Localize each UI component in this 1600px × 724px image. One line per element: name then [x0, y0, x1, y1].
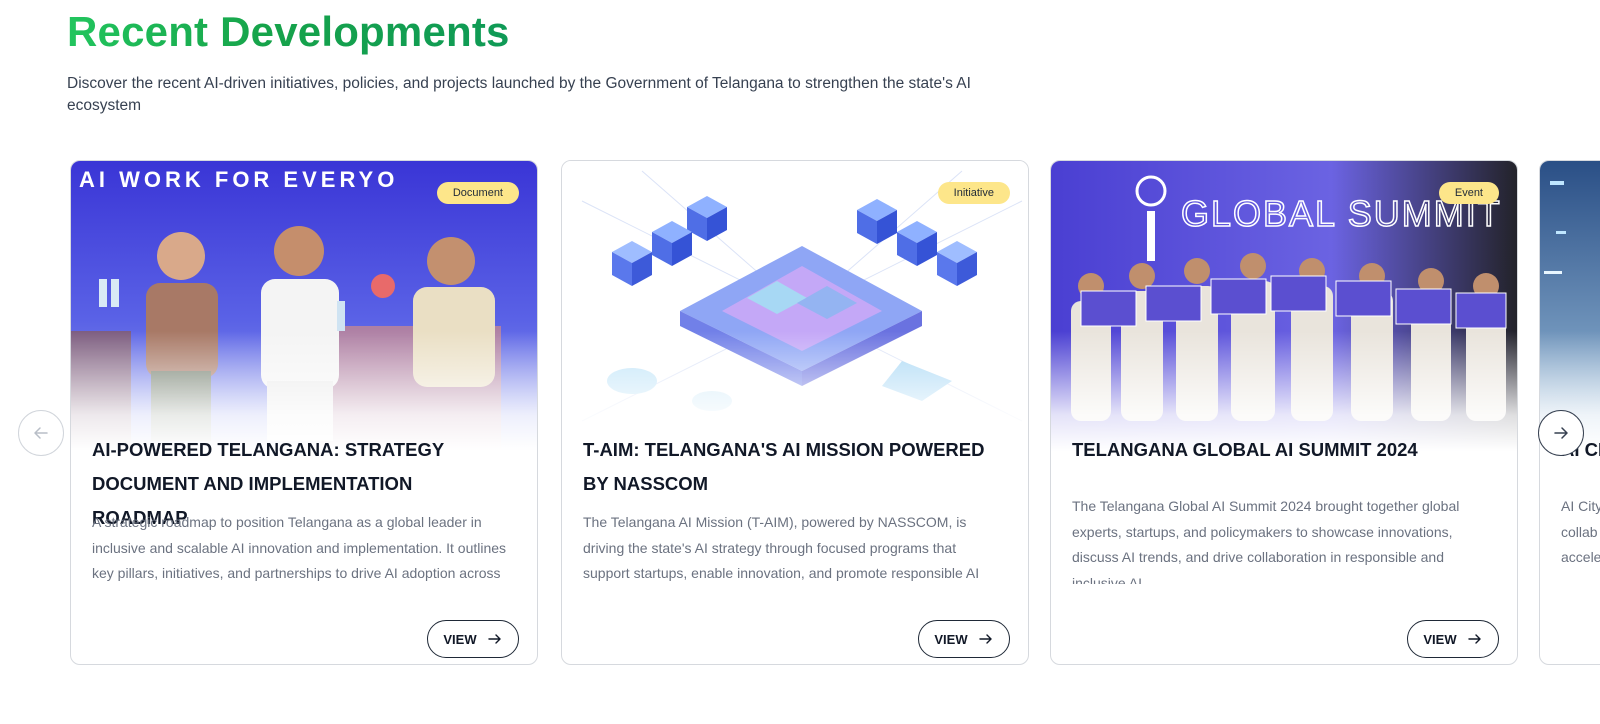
development-card-global-ai-summit[interactable]: GLOBAL SUMMIT Event TELANGANA GLOBAL AI …	[1050, 160, 1518, 665]
card-1-image-text: AI WORK FOR EVERYO	[79, 167, 398, 192]
view-button[interactable]: VIEW	[918, 620, 1010, 658]
development-card-t-aim[interactable]: Initiative T-AIM: TELANGANA'S AI MISSION…	[561, 160, 1029, 665]
view-button-label: VIEW	[1423, 631, 1457, 647]
development-card-strategy-document[interactable]: AI WORK FOR EVERYO Document AI-POWERED T…	[70, 160, 538, 665]
view-button[interactable]: VIEW	[1407, 620, 1499, 658]
card-description: The Telangana Global AI Summit 2024 brou…	[1072, 498, 1460, 584]
view-button-label: VIEW	[934, 631, 968, 647]
arrow-right-icon	[1554, 427, 1568, 439]
card-description: AI City collab accele	[1561, 498, 1600, 565]
category-badge: Initiative	[937, 182, 1010, 204]
card-image-isometric-cubes	[562, 161, 1028, 451]
view-button-label: VIEW	[443, 631, 477, 647]
carousel-prev-button[interactable]	[18, 410, 64, 456]
card-title: T-AIM: TELANGANA'S AI MISSION POWERED BY…	[583, 439, 985, 494]
card-image-city-night	[1540, 161, 1600, 451]
carousel-next-button[interactable]	[1538, 410, 1584, 456]
developments-carousel: AI WORK FOR EVERYO Document AI-POWERED T…	[0, 160, 1600, 670]
card-image-summit-stage: GLOBAL SUMMIT	[1051, 161, 1517, 451]
category-badge: Document	[436, 182, 519, 204]
arrow-right-icon	[1467, 634, 1481, 644]
section-description: Discover the recent AI-driven initiative…	[67, 75, 971, 114]
card-title: TELANGANA GLOBAL AI SUMMIT 2024	[1072, 439, 1418, 460]
card-description: The Telangana AI Mission (T-AIM), powere…	[583, 514, 980, 592]
card-description: A strategic roadmap to position Telangan…	[92, 514, 507, 592]
category-badge: Event	[1438, 182, 1499, 204]
section-title: Recent Developments	[67, 6, 510, 58]
arrow-right-icon	[487, 634, 501, 644]
arrow-right-icon	[978, 634, 992, 644]
card-image-panel-discussion: AI WORK FOR EVERYO	[71, 161, 537, 451]
view-button[interactable]: VIEW	[427, 620, 519, 658]
arrow-left-icon	[34, 427, 48, 439]
